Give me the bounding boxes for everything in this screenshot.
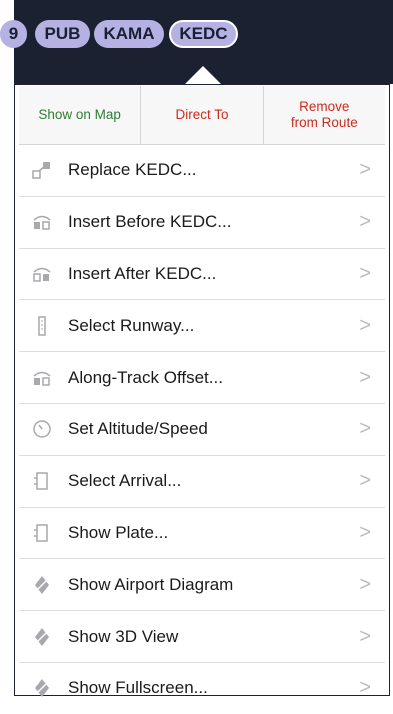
menu-item-set-altitude-speed[interactable]: Set Altitude/Speed > xyxy=(19,404,385,456)
waypoint-chip-pub[interactable]: PUB xyxy=(35,20,90,48)
menu-item-along-track-offset[interactable]: Along-Track Offset... > xyxy=(19,352,385,404)
menu-item-label: Show Airport Diagram xyxy=(68,574,234,594)
chevron-right-icon: > xyxy=(359,262,371,285)
menu-item-select-arrival[interactable]: Select Arrival... > xyxy=(19,456,385,508)
chevron-right-icon: > xyxy=(359,417,371,440)
popover-arrow xyxy=(184,66,222,85)
waypoint-chip-partial[interactable]: 9 xyxy=(0,20,27,48)
menu-item-insert-after[interactable]: Insert After KEDC... > xyxy=(19,249,385,301)
show-on-map-button[interactable]: Show on Map xyxy=(19,86,142,144)
waypoint-chip-kedc[interactable]: KEDC xyxy=(169,20,238,48)
chevron-right-icon: > xyxy=(359,469,371,492)
chevron-right-icon: > xyxy=(359,573,371,596)
chevron-right-icon: > xyxy=(359,210,371,233)
remove-from-route-button[interactable]: Remove from Route xyxy=(264,86,385,144)
menu-item-replace[interactable]: Replace KEDC... > xyxy=(19,145,385,197)
menu-item-label: Insert After KEDC... xyxy=(68,263,217,283)
menu-item-show-airport-diagram[interactable]: Show Airport Diagram > xyxy=(19,559,385,612)
menu-item-label: Select Arrival... xyxy=(68,471,182,491)
chevron-right-icon: > xyxy=(359,314,371,337)
menu-item-label: Replace KEDC... xyxy=(68,160,197,180)
arrival-icon xyxy=(31,470,53,492)
insert-after-icon xyxy=(31,263,53,285)
menu-item-show-plate[interactable]: Show Plate... > xyxy=(19,508,385,560)
menu-item-label: Show Plate... xyxy=(68,522,169,542)
plate-icon xyxy=(31,522,53,544)
menu-item-show-3d-view[interactable]: Show 3D View > xyxy=(19,611,385,663)
popover-toolbar: Show on Map Direct To Remove from Route xyxy=(19,86,385,145)
chevron-right-icon: > xyxy=(359,625,371,648)
menu-item-label: Show 3D View xyxy=(68,626,179,646)
app-screen: 9 PUB KAMA KEDC Show on Map Direct To Re… xyxy=(0,0,393,705)
menu-item-select-runway[interactable]: Select Runway... > xyxy=(19,300,385,353)
direct-to-button[interactable]: Direct To xyxy=(141,86,264,144)
chevron-right-icon: > xyxy=(359,521,371,544)
menu-item-show-fullscreen[interactable]: Show Fullscreen... > xyxy=(19,663,385,714)
runway-icon xyxy=(31,315,53,337)
menu-item-label: Set Altitude/Speed xyxy=(68,419,208,439)
3d-view-icon xyxy=(31,626,53,648)
airport-diagram-icon xyxy=(31,574,53,596)
replace-icon xyxy=(31,159,53,181)
chevron-right-icon: > xyxy=(359,676,371,699)
offset-icon xyxy=(31,367,53,389)
chevron-right-icon: > xyxy=(359,158,371,181)
menu-item-label: Show Fullscreen... xyxy=(68,678,208,698)
insert-before-icon xyxy=(31,211,53,233)
action-menu: Replace KEDC... > Insert Before KEDC... … xyxy=(19,145,385,714)
waypoint-popover: Show on Map Direct To Remove from Route R… xyxy=(14,84,390,699)
menu-item-label: Insert Before KEDC... xyxy=(68,212,232,232)
clock-icon xyxy=(31,418,53,440)
fullscreen-icon xyxy=(31,677,53,699)
menu-item-label: Along-Track Offset... xyxy=(68,367,223,387)
waypoint-chip-kama[interactable]: KAMA xyxy=(94,20,164,48)
menu-item-insert-before[interactable]: Insert Before KEDC... > xyxy=(19,197,385,249)
menu-item-label: Select Runway... xyxy=(68,315,195,335)
chevron-right-icon: > xyxy=(359,366,371,389)
